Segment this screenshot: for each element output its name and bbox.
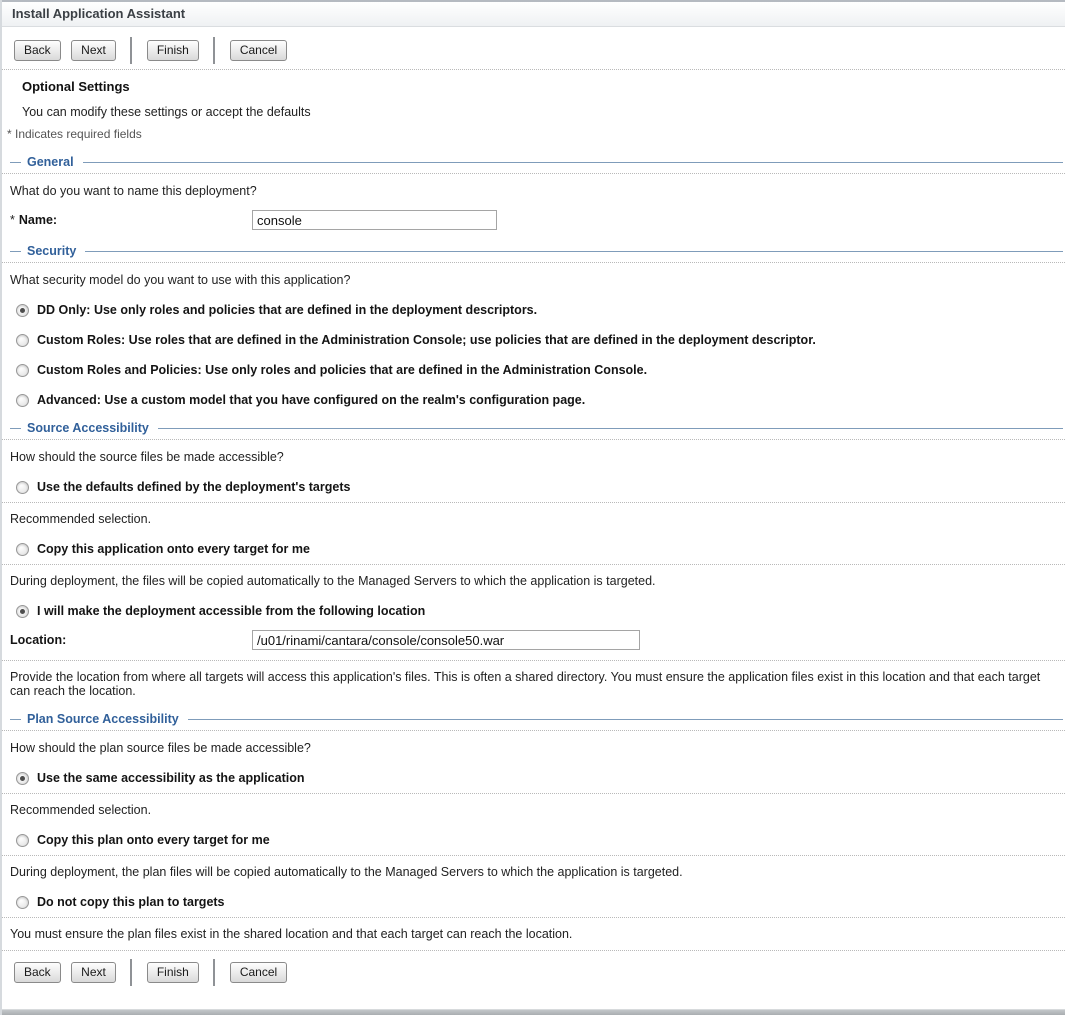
plan-source-accessibility-question: How should the plan source files be made…: [10, 741, 1057, 755]
name-input[interactable]: [252, 210, 497, 230]
option-label: Advanced: Use a custom model that you ha…: [37, 393, 585, 407]
option-label: Custom Roles and Policies: Use only role…: [37, 363, 647, 377]
finish-button[interactable]: Finish: [147, 40, 199, 61]
divider: [2, 660, 1065, 661]
section-rule-dash: [10, 428, 21, 429]
page-description: You can modify these settings or accept …: [22, 105, 1065, 119]
source-accessibility-question: How should the source files be made acce…: [10, 450, 1057, 464]
cancel-button[interactable]: Cancel: [230, 962, 287, 983]
radio-dd-only[interactable]: [16, 304, 29, 317]
page-bottom-bar: [2, 1009, 1065, 1015]
option-label: DD Only: Use only roles and policies tha…: [37, 303, 537, 317]
option-do-not-copy-plan: Do not copy this plan to targets: [16, 895, 1057, 909]
divider: [2, 855, 1065, 856]
option-description: During deployment, the files will be cop…: [10, 574, 1057, 588]
toolbar-separator: [130, 37, 132, 64]
page-subtitle: Optional Settings: [22, 79, 1065, 94]
option-copy-application: Copy this application onto every target …: [16, 542, 1057, 556]
toolbar-bottom: Back Next Finish Cancel: [2, 959, 1065, 986]
location-field-label: Location:: [10, 633, 66, 647]
option-description: Provide the location from where all targ…: [10, 670, 1057, 698]
option-label: Custom Roles: Use roles that are defined…: [37, 333, 816, 347]
option-label: I will make the deployment accessible fr…: [37, 604, 425, 618]
toolbar-separator: [213, 37, 215, 64]
section-title: Security: [27, 244, 85, 258]
section-rule: [188, 719, 1063, 720]
toolbar-separator: [130, 959, 132, 986]
required-marker: *: [10, 213, 15, 227]
option-label: Copy this plan onto every target for me: [37, 833, 270, 847]
finish-button[interactable]: Finish: [147, 962, 199, 983]
divider: [2, 439, 1065, 440]
security-question: What security model do you want to use w…: [10, 273, 1057, 287]
option-description: You must ensure the plan files exist in …: [10, 927, 1057, 941]
back-button[interactable]: Back: [14, 962, 61, 983]
name-field-row: * Name:: [10, 210, 1057, 230]
divider: [2, 262, 1065, 263]
option-use-defaults: Use the defaults defined by the deployme…: [16, 480, 1057, 494]
radio-advanced[interactable]: [16, 394, 29, 407]
location-input[interactable]: [252, 630, 640, 650]
option-advanced: Advanced: Use a custom model that you ha…: [16, 393, 1057, 407]
option-same-accessibility: Use the same accessibility as the applic…: [16, 771, 1057, 785]
section-rule: [83, 162, 1063, 163]
option-label: Copy this application onto every target …: [37, 542, 310, 556]
option-label: Use the defaults defined by the deployme…: [37, 480, 350, 494]
option-custom-roles-policies: Custom Roles and Policies: Use only role…: [16, 363, 1057, 377]
divider: [2, 917, 1065, 918]
section-title: Plan Source Accessibility: [27, 712, 188, 726]
option-description: During deployment, the plan files will b…: [10, 865, 1057, 879]
section-rule-dash: [10, 251, 21, 252]
required-fields-note: * Indicates required fields: [7, 127, 1065, 141]
section-title: General: [27, 155, 83, 169]
option-description: Recommended selection.: [10, 803, 1057, 817]
section-rule-dash: [10, 162, 21, 163]
option-label: Do not copy this plan to targets: [37, 895, 225, 909]
install-application-assistant-page: Install Application Assistant Back Next …: [0, 0, 1065, 1015]
divider: [2, 69, 1065, 70]
divider: [2, 502, 1065, 503]
radio-same-accessibility[interactable]: [16, 772, 29, 785]
radio-use-defaults[interactable]: [16, 481, 29, 494]
next-button[interactable]: Next: [71, 962, 116, 983]
divider: [2, 950, 1065, 951]
radio-copy-plan[interactable]: [16, 834, 29, 847]
divider: [2, 173, 1065, 174]
section-title: Source Accessibility: [27, 421, 158, 435]
section-rule: [85, 251, 1063, 252]
back-button[interactable]: Back: [14, 40, 61, 61]
section-rule-dash: [10, 719, 21, 720]
next-button[interactable]: Next: [71, 40, 116, 61]
section-header-general: General: [10, 155, 1065, 169]
toolbar-separator: [213, 959, 215, 986]
location-field-row: Location:: [10, 630, 1057, 650]
option-dd-only: DD Only: Use only roles and policies tha…: [16, 303, 1057, 317]
page-titlebar: Install Application Assistant: [2, 0, 1065, 27]
option-custom-roles: Custom Roles: Use roles that are defined…: [16, 333, 1057, 347]
radio-custom-roles[interactable]: [16, 334, 29, 347]
option-accessible-location: I will make the deployment accessible fr…: [16, 604, 1057, 618]
name-field-label: Name:: [19, 213, 57, 227]
radio-do-not-copy-plan[interactable]: [16, 896, 29, 909]
general-question: What do you want to name this deployment…: [10, 184, 1057, 198]
divider: [2, 793, 1065, 794]
page-title: Install Application Assistant: [12, 6, 185, 21]
cancel-button[interactable]: Cancel: [230, 40, 287, 61]
radio-custom-roles-policies[interactable]: [16, 364, 29, 377]
section-header-security: Security: [10, 244, 1065, 258]
divider: [2, 730, 1065, 731]
section-rule: [158, 428, 1063, 429]
section-header-plan-source-accessibility: Plan Source Accessibility: [10, 712, 1065, 726]
radio-copy-application[interactable]: [16, 543, 29, 556]
option-copy-plan: Copy this plan onto every target for me: [16, 833, 1057, 847]
option-label: Use the same accessibility as the applic…: [37, 771, 304, 785]
radio-accessible-location[interactable]: [16, 605, 29, 618]
option-description: Recommended selection.: [10, 512, 1057, 526]
divider: [2, 564, 1065, 565]
section-header-source-accessibility: Source Accessibility: [10, 421, 1065, 435]
toolbar-top: Back Next Finish Cancel: [2, 27, 1065, 60]
